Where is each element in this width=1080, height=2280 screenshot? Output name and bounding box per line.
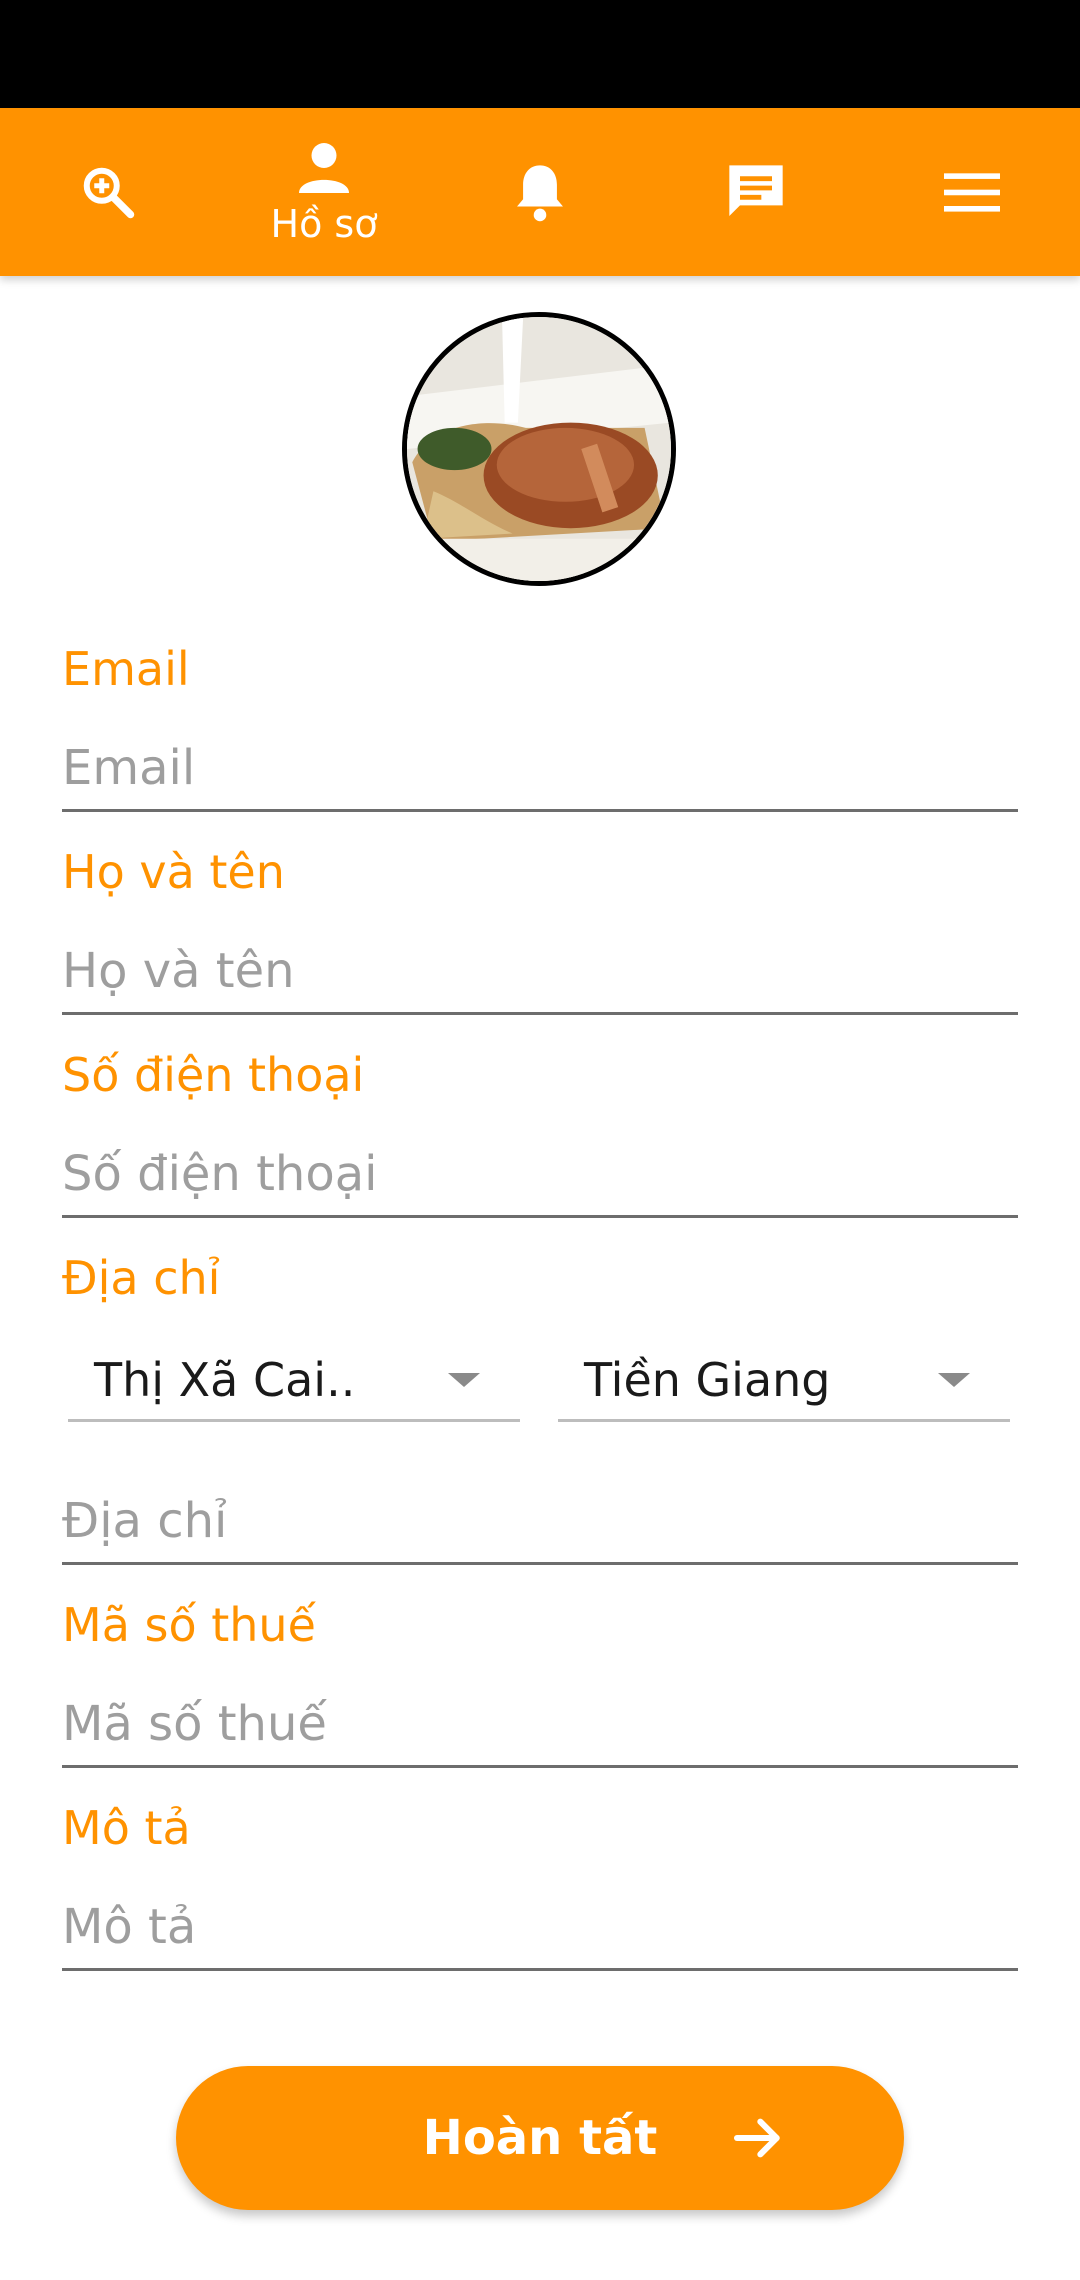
- status-bar: [0, 0, 1080, 108]
- province-dropdown[interactable]: Tiền Giang: [558, 1340, 1010, 1422]
- nav-messages[interactable]: [676, 108, 836, 276]
- fullname-label: Họ và tên: [62, 845, 285, 899]
- email-label: Email: [62, 642, 190, 696]
- finish-button-label: Hoàn tất: [422, 2110, 658, 2166]
- dropdown-arrow-icon: [448, 1372, 480, 1387]
- fullname-field[interactable]: [62, 929, 1018, 1015]
- arrow-right-icon: [733, 2118, 780, 2158]
- nav-profile-label: Hồ sơ: [270, 202, 378, 246]
- top-navigation-bar: Hồ sơ: [0, 108, 1080, 276]
- description-label: Mô tả: [62, 1801, 191, 1855]
- nav-menu[interactable]: [892, 108, 1052, 276]
- district-value: Thị Xã Cai..: [94, 1352, 356, 1407]
- dropdown-arrow-icon: [938, 1372, 970, 1387]
- address-field[interactable]: [62, 1479, 1018, 1565]
- tax-code-label: Mã số thuế: [62, 1598, 316, 1652]
- nav-profile[interactable]: Hồ sơ: [244, 108, 404, 276]
- email-field[interactable]: [62, 726, 1018, 812]
- province-value: Tiền Giang: [584, 1352, 831, 1407]
- finish-button[interactable]: Hoàn tất: [176, 2066, 904, 2210]
- person-icon: [299, 143, 349, 193]
- district-dropdown[interactable]: Thị Xã Cai..: [68, 1340, 520, 1422]
- menu-icon: [944, 173, 1000, 212]
- phone-label: Số điện thoại: [62, 1048, 365, 1102]
- phone-field[interactable]: [62, 1132, 1018, 1218]
- profile-avatar[interactable]: [402, 312, 676, 586]
- description-field[interactable]: [62, 1885, 1018, 1971]
- address-label: Địa chỉ: [62, 1251, 221, 1305]
- bell-icon: [517, 165, 563, 222]
- nav-notifications[interactable]: [460, 108, 620, 276]
- search-plus-icon: [83, 167, 135, 219]
- nav-search[interactable]: [28, 108, 188, 276]
- tax-code-field[interactable]: [62, 1682, 1018, 1768]
- message-icon: [729, 165, 783, 216]
- food-photo: [407, 317, 671, 581]
